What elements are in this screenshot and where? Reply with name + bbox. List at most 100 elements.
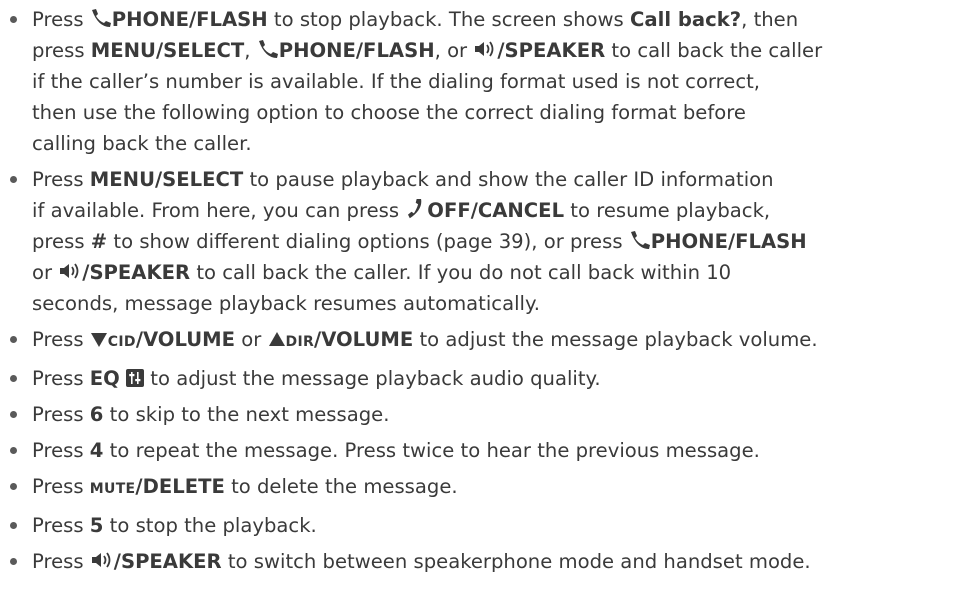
key-label-small: DIR [285,334,315,350]
speaker-icon [58,261,82,281]
text-run: to call back the caller [605,39,823,62]
text-run: then use the following option to choose … [32,101,746,124]
text-line: Press MUTE/DELETE to delete the message. [32,471,953,505]
list-item: Press 5 to stop the playback. [0,510,953,541]
key-label: # [90,230,108,253]
text-line: Press EQ to adjust the message playback … [32,363,953,394]
key-label: /DELETE [135,475,225,498]
down-triangle-icon [90,330,108,348]
key-label: /SPEAKER [82,261,191,284]
text-run: if available. From here, you can press [32,199,406,222]
bullet-dot [10,16,17,23]
key-label: MENU/SELECT [90,39,245,62]
text-run: Press [32,475,90,498]
text-line: Press 5 to stop the playback. [32,510,953,541]
text-run: , or [434,39,474,62]
eq-icon [126,369,145,387]
list-item: Press PHONE/FLASH to stop playback. The … [0,4,953,159]
text-run: to adjust the message playback volume. [413,328,818,351]
key-label-small: CID [107,334,136,350]
text-run: to resume playback, [564,199,771,222]
text-run: to switch between speakerphone mode and … [221,550,811,573]
text-line: Press PHONE/FLASH to stop playback. The … [32,4,953,35]
text-line: then use the following option to choose … [32,97,953,128]
key-label: 5 [89,514,104,537]
phone-icon [629,230,651,250]
list-item: Press MUTE/DELETE to delete the message. [0,471,953,505]
text-run: if the caller’s number is available. If … [32,70,761,93]
bullet-dot [10,447,17,454]
list-item: Press CID/VOLUME or DIR/VOLUME to adjust… [0,324,953,358]
phone-icon [90,8,112,28]
text-run: to show different dialing options (page … [107,230,629,253]
key-label-small: MUTE [89,481,136,497]
text-line: or /SPEAKER to call back the caller. If … [32,257,953,288]
key-label: Call back? [630,8,742,31]
bullet-dot [10,558,17,565]
bullet-dot [10,522,17,529]
text-run: press [32,230,91,253]
text-line: press MENU/SELECT, PHONE/FLASH, or /SPEA… [32,35,953,66]
off-icon [405,199,427,219]
instruction-list: Press PHONE/FLASH to stop playback. The … [0,4,953,582]
text-run: or [235,328,268,351]
text-line: press # to show different dialing option… [32,226,953,257]
text-run: or [32,261,59,284]
text-run: Press [32,328,90,351]
text-run: to call back the caller. If you do not c… [190,261,732,284]
key-label: 4 [89,439,104,462]
bullet-dot [10,483,17,490]
key-label: PHONE/FLASH [650,230,807,253]
text-run: to skip to the next message. [103,403,390,426]
text-run: to stop the playback. [103,514,317,537]
bullet-dot [10,336,17,343]
speaker-icon [90,550,114,570]
text-line: seconds, message playback resumes automa… [32,288,953,319]
list-item: Press 6 to skip to the next message. [0,399,953,430]
text-line: Press 6 to skip to the next message. [32,399,953,430]
text-line: Press /SPEAKER to switch between speaker… [32,546,953,577]
text-run: Press [32,168,90,191]
text-run: press [32,39,91,62]
text-run: Press [32,403,90,426]
manual-page: Press PHONE/FLASH to stop playback. The … [0,0,953,596]
text-line: if available. From here, you can press O… [32,195,953,226]
text-line: if the caller’s number is available. If … [32,66,953,97]
text-line: Press CID/VOLUME or DIR/VOLUME to adjust… [32,324,953,358]
list-item: Press MENU/SELECT to pause playback and … [0,164,953,319]
text-run: , then [741,8,799,31]
text-run: to stop playback. The screen shows [267,8,630,31]
text-run: to pause playback and show the caller ID… [243,168,774,191]
text-run: Press [32,439,90,462]
key-label: PHONE/FLASH [111,8,268,31]
text-run: calling back the caller. [32,132,252,155]
text-run: to delete the message. [224,475,458,498]
key-label: EQ [89,367,120,390]
bullet-dot [10,411,17,418]
bullet-dot [10,176,17,183]
text-run: Press [32,514,90,537]
key-label: /VOLUME [135,328,236,351]
key-label: PHONE/FLASH [278,39,435,62]
key-label: /SPEAKER [497,39,606,62]
text-run: Press [32,550,90,573]
speaker-icon [473,39,497,59]
text-run: Press [32,8,90,31]
text-run: Press [32,367,90,390]
list-item: Press /SPEAKER to switch between speaker… [0,546,953,577]
text-run: , [244,39,257,62]
key-label: /SPEAKER [113,550,222,573]
key-label: /VOLUME [314,328,414,351]
key-label: OFF/CANCEL [427,199,565,222]
text-run: to adjust the message playback audio qua… [144,367,601,390]
text-line: calling back the caller. [32,128,953,159]
text-line: Press MENU/SELECT to pause playback and … [32,164,953,195]
key-label: 6 [89,403,104,426]
list-item: Press EQ to adjust the message playback … [0,363,953,394]
phone-icon [257,39,279,59]
text-run: to repeat the message. Press twice to he… [103,439,760,462]
text-line: Press 4 to repeat the message. Press twi… [32,435,953,466]
list-item: Press 4 to repeat the message. Press twi… [0,435,953,466]
up-triangle-icon [268,330,286,348]
bullet-dot [10,375,17,382]
